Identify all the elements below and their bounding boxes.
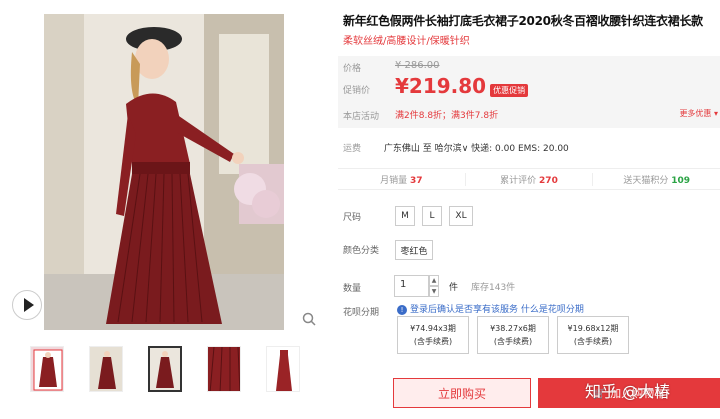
quantity-decrease-button[interactable]: ▼ (429, 286, 439, 297)
quantity-input[interactable]: 1 (394, 275, 429, 297)
more-offers-link[interactable]: 更多优惠 ▾ (679, 108, 718, 119)
ship-to: 哈尔滨 (434, 144, 462, 154)
chevron-down-icon: ▾ (713, 109, 718, 118)
tmall-points: 送天猫积分 109 (593, 173, 720, 186)
reviews-value: 270 (539, 175, 558, 186)
thumbnail-image (90, 347, 122, 391)
points-value: 109 (671, 175, 691, 186)
huabei-plan-amount: ¥38.27x6期 (490, 324, 536, 333)
shipping-row: 运费 广东佛山 至 哈尔滨∨ 快递: 0.00 EMS: 20.00 (343, 141, 569, 154)
product-title: 新年红色假两件长袖打底毛衣裙子2020秋冬百褶收腰针织连衣裙长款 (343, 14, 703, 28)
color-option-jujube-red[interactable]: 枣红色 (395, 240, 433, 260)
huabei-plan-amount: ¥74.94x3期 (410, 324, 456, 333)
main-product-image[interactable] (44, 14, 284, 330)
shipping-label: 运费 (343, 144, 362, 154)
size-option-m[interactable]: M (395, 206, 415, 226)
huabei-help-link[interactable]: 什么是花呗分期 (521, 305, 584, 315)
buy-now-button[interactable]: 立即购买 (393, 378, 531, 408)
price-label: 价格 (343, 64, 362, 74)
promo-price-row: ¥219.80 优惠促销 (395, 74, 529, 98)
thumbnail-5[interactable] (266, 346, 300, 392)
huabei-plan-fee: (含手续费) (573, 337, 613, 346)
huabei-login-note: 登录后确认是否享有该服务 (410, 305, 519, 315)
quantity-increase-button[interactable]: ▲ (429, 275, 439, 286)
size-label: 尺码 (343, 213, 362, 223)
monthly-sales-value: 37 (410, 175, 423, 186)
ship-to-word: 至 (422, 144, 432, 154)
store-activity: 满2件8.8折；满3件7.8折 (395, 111, 499, 121)
product-gallery (0, 0, 330, 419)
monthly-sales-label: 月销量 (380, 175, 408, 186)
huabei-plan-6[interactable]: ¥38.27x6期 (含手续费) (477, 316, 549, 354)
thumbnail-strip (30, 346, 300, 394)
info-icon: ! (397, 305, 407, 315)
thumbnail-image (150, 348, 180, 390)
reviews-label: 累计评价 (500, 175, 537, 186)
thumbnail-4[interactable] (207, 346, 241, 392)
chevron-down-icon: ∨ (461, 144, 469, 154)
more-offers-label: 更多优惠 (679, 109, 712, 118)
thumbnail-image (31, 347, 63, 391)
huabei-plan-fee: (含手续费) (413, 337, 453, 346)
huabei-plan-fee: (含手续费) (493, 337, 533, 346)
points-label: 送天猫积分 (623, 175, 669, 186)
store-activity-label: 本店活动 (343, 112, 380, 122)
color-label: 颜色分类 (343, 246, 380, 256)
promo-price: ¥219.80 (395, 74, 487, 98)
product-info-panel: 新年红色假两件长袖打底毛衣裙子2020秋冬百褶收腰针织连衣裙长款 柔软丝绒/高腰… (338, 0, 720, 419)
product-subtitle: 柔软丝绒/高腰设计/保暖针织 (343, 36, 470, 47)
total-reviews[interactable]: 累计评价 270 (466, 172, 594, 186)
huabei-note: ! 登录后确认是否享有该服务 什么是花呗分期 (397, 302, 584, 315)
quantity-label: 数量 (343, 284, 362, 294)
monthly-sales: 月销量 37 (338, 172, 466, 186)
model-photo (44, 14, 284, 330)
zoom-icon[interactable] (302, 312, 316, 326)
thumbnail-image (267, 347, 299, 391)
quantity-unit: 件 (449, 283, 459, 293)
ship-from: 广东佛山 (383, 144, 420, 154)
huabei-plan-12[interactable]: ¥19.68x12期 (含手续费) (557, 316, 629, 354)
stock-count: 库存143件 (471, 283, 516, 293)
thumbnail-image (208, 347, 240, 391)
play-icon (23, 298, 34, 312)
huabei-plan-3[interactable]: ¥74.94x3期 (含手续费) (397, 316, 469, 354)
shipping-fee: 快递: 0.00 EMS: 20.00 (471, 144, 569, 154)
stats-bar: 月销量 37 累计评价 270 送天猫积分 109 (338, 168, 720, 190)
thumbnail-3[interactable] (148, 346, 182, 392)
thumbnail-2[interactable] (89, 346, 123, 392)
ship-to-selector[interactable]: 哈尔滨∨ (435, 144, 469, 154)
video-play-button[interactable] (12, 290, 42, 320)
huabei-plan-amount: ¥19.68x12期 (567, 324, 619, 333)
original-price: ¥ 286.00 (395, 60, 440, 71)
promo-tag: 优惠促销 (490, 84, 529, 97)
watermark: 知乎 @大椿 (585, 382, 671, 401)
promo-price-label: 促销价 (343, 86, 371, 96)
size-option-xl[interactable]: XL (449, 206, 473, 226)
huabei-label: 花呗分期 (343, 308, 380, 318)
thumbnail-1[interactable] (30, 346, 64, 392)
size-option-l[interactable]: L (422, 206, 442, 226)
